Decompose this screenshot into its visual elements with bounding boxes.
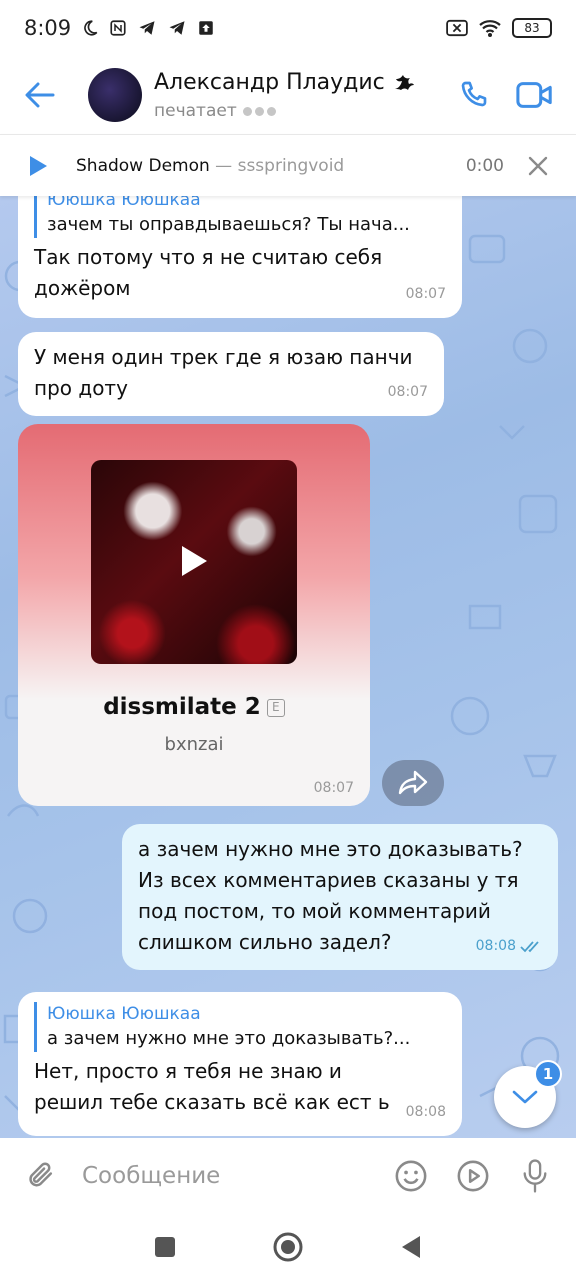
close-icon (528, 156, 548, 175)
share-arrow-icon (398, 770, 428, 795)
message-time: 08:07 (387, 384, 428, 400)
scroll-to-bottom-button[interactable]: 1 (494, 1060, 562, 1128)
message-time: 08:07 (405, 286, 446, 302)
arrow-left-icon (25, 82, 55, 108)
nfc-icon (110, 20, 126, 36)
explicit-badge: E (266, 698, 285, 717)
chat-header: Александр Плаудис печатает (0, 56, 576, 134)
message-text: Так потому что я не считаю себя дожёром (34, 245, 383, 300)
chat-area[interactable]: Ююшка Ююшкаа зачем ты оправдываешься? Ты… (0, 196, 576, 1138)
player-track-performer: ssspringvoid (237, 155, 345, 176)
play-icon (182, 546, 207, 576)
music-player-bar[interactable]: Shadow Demon — ssspringvoid 0:00 (0, 134, 576, 196)
back-nav-button[interactable] (400, 1235, 422, 1259)
reply-text: а зачем нужно мне это доказывать?... (47, 1028, 411, 1049)
telegram-icon (169, 21, 185, 35)
reply-quote[interactable]: Ююшка Ююшкаа а зачем нужно мне это доказ… (34, 1002, 446, 1052)
song-title-row: dissmilate 2 E (18, 694, 370, 720)
player-track-title: Shadow Demon (76, 155, 210, 176)
share-button[interactable] (382, 760, 444, 806)
message-text: У меня один трек где я юзаю панчи про до… (34, 345, 413, 400)
phone-icon (461, 81, 487, 107)
chat-title-block[interactable]: Александр Плаудис печатает (154, 69, 442, 121)
message-time-row: 08:08 (476, 931, 542, 962)
player-play-button[interactable] (0, 155, 76, 177)
dragon-emoji-status-icon (394, 75, 414, 90)
emoji-button[interactable] (380, 1159, 442, 1193)
paperclip-icon (29, 1162, 53, 1187)
moon-icon (84, 20, 98, 36)
status-bar: 8:09 83 (0, 0, 576, 56)
reply-quote[interactable]: Ююшка Ююшкаа зачем ты оправдываешься? Ты… (34, 196, 446, 238)
attach-button[interactable] (10, 1160, 72, 1192)
play-circle-icon (457, 1160, 489, 1192)
typing-dots (242, 101, 279, 121)
telegram-icon (139, 21, 155, 35)
reply-author: Ююшка Ююшкаа (47, 1004, 201, 1024)
player-separator: — (209, 155, 238, 176)
call-button[interactable] (442, 64, 504, 126)
chevron-down-icon (512, 1090, 538, 1104)
status-time: 8:09 (24, 16, 72, 40)
back-button[interactable] (0, 56, 80, 134)
home-button[interactable] (272, 1231, 304, 1263)
incoming-message[interactable]: Ююшка Ююшкаа а зачем нужно мне это доказ… (18, 992, 462, 1136)
battery-indicator: 83 (512, 18, 552, 38)
message-time: 08:08 (405, 1104, 446, 1120)
microphone-icon (523, 1159, 547, 1193)
player-track: Shadow Demon — ssspringvoid (76, 156, 344, 176)
message-time: 08:07 (313, 780, 354, 796)
system-navigation-bar (0, 1214, 576, 1280)
video-call-button[interactable] (504, 64, 566, 126)
voice-message-button[interactable] (504, 1158, 566, 1194)
double-check-icon (520, 940, 539, 952)
chat-name: Александр Плаудис (154, 69, 385, 95)
smile-icon (395, 1160, 427, 1192)
incoming-message[interactable]: Ююшка Ююшкаа зачем ты оправдываешься? Ты… (18, 196, 462, 318)
sim-off-icon (446, 19, 468, 37)
player-time: 0:00 (465, 155, 504, 176)
video-camera-icon (516, 82, 552, 108)
avatar[interactable] (88, 68, 142, 122)
play-icon (30, 155, 47, 176)
video-message-button[interactable] (442, 1159, 504, 1193)
message-composer: Сообщение (0, 1138, 576, 1214)
reply-author: Ююшка Ююшкаа (47, 196, 201, 210)
recents-button[interactable] (154, 1236, 176, 1258)
shared-music-card[interactable]: dissmilate 2 E bxnzai 08:07 (18, 424, 370, 806)
song-artist: bxnzai (164, 734, 224, 755)
outgoing-message[interactable]: а зачем нужно мне это доказывать? Из все… (122, 824, 558, 970)
reply-text: зачем ты оправдываешься? Ты нача... (47, 214, 410, 235)
message-input[interactable]: Сообщение (72, 1163, 380, 1189)
album-cover[interactable] (91, 460, 297, 664)
incoming-message[interactable]: У меня один трек где я юзаю панчи про до… (18, 332, 444, 416)
wifi-icon (479, 20, 501, 37)
typing-status: печатает (154, 101, 237, 121)
player-close-button[interactable] (528, 156, 576, 176)
unread-badge: 1 (534, 1060, 562, 1088)
message-text: Нет, просто я тебя не знаю и решил тебе … (34, 1059, 390, 1114)
message-time: 08:08 (475, 938, 516, 954)
upload-icon (199, 21, 213, 35)
song-title: dissmilate 2 (103, 694, 261, 720)
